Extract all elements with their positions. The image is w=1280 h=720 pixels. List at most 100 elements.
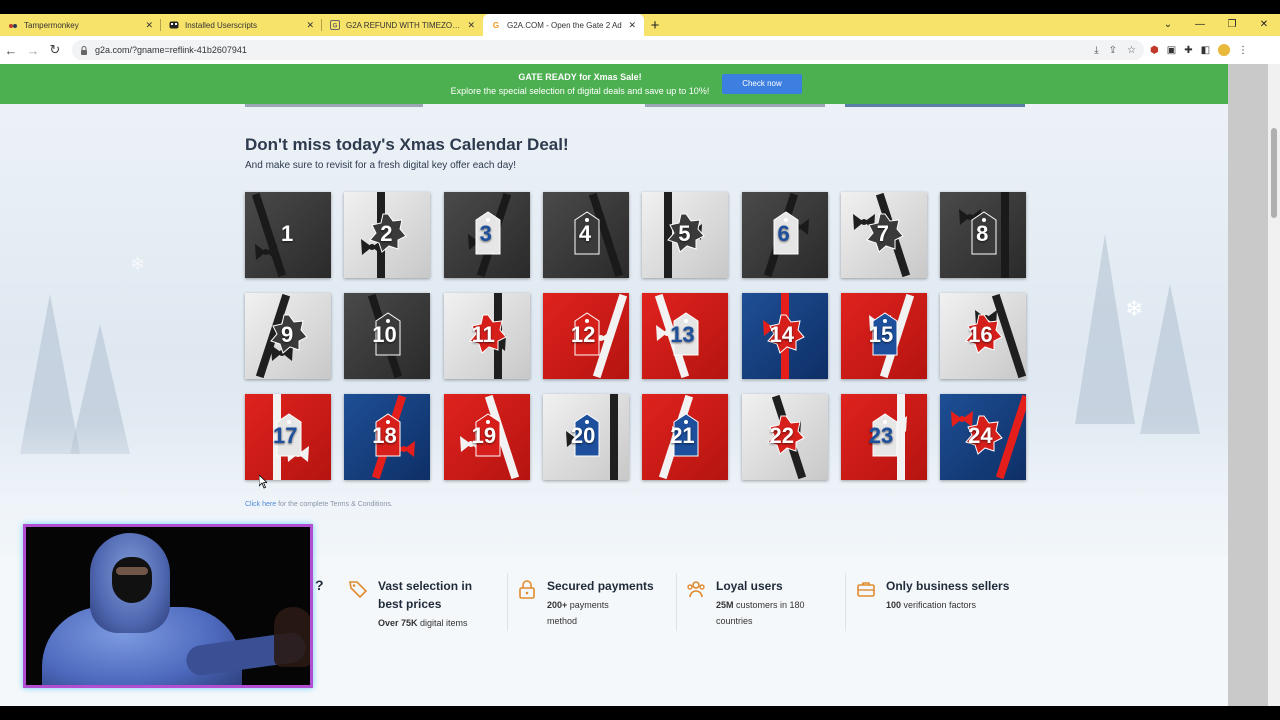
lock-icon [517, 579, 537, 599]
calendar-day-19[interactable]: 19 [443, 394, 530, 480]
g2a-icon: G [492, 20, 500, 30]
calendar-day-number: 1 [281, 221, 294, 246]
minimize-icon[interactable]: — [1184, 14, 1216, 36]
hidden-carousel-strip [845, 104, 1025, 107]
tampermonkey-icon [8, 20, 18, 30]
tab-title: G2A.COM - Open the Gate 2 Ad [507, 20, 622, 30]
calendar-day-13[interactable]: 13 [642, 293, 729, 379]
calendar-day-11[interactable]: 11 [443, 293, 530, 379]
calendar-day-16[interactable]: 16 [940, 293, 1027, 379]
gift-ribbon [609, 394, 618, 480]
tag-icon [348, 579, 368, 599]
close-tab-icon[interactable]: ✕ [628, 20, 636, 31]
calendar-day-number: 24 [968, 423, 993, 448]
share-icon[interactable]: ⇪ [1109, 45, 1117, 56]
calendar-day-number: 6 [777, 221, 790, 246]
profile-avatar[interactable] [1218, 44, 1231, 56]
promo-banner: GATE READY for Xmas Sale! Explore the sp… [0, 64, 1228, 104]
tab-tampermonkey[interactable]: Tampermonkey ✕ [0, 14, 161, 36]
feature-subtitle: 25M customers in 180 countries [716, 600, 805, 626]
calendar-day-12[interactable]: 12 [542, 293, 629, 379]
calendar-day-2[interactable]: 2 [344, 192, 431, 278]
calendar-day-number: 14 [769, 322, 794, 347]
reload-icon[interactable]: ↻ [44, 42, 66, 58]
features-heading-fragment: ? [315, 577, 324, 593]
calendar-day-21[interactable]: 21 [642, 394, 729, 480]
briefcase-icon [856, 579, 876, 599]
background-tree [1075, 234, 1135, 424]
webcam-overlay [23, 524, 313, 688]
address-bar[interactable]: g2a.com/?gname=reflink-41b2607941 ⤓ ⇪ ☆ [72, 40, 1144, 60]
tab-installed-userscripts[interactable]: Installed Userscripts ✕ [161, 14, 322, 36]
calendar-day-17[interactable]: 17 [245, 394, 331, 480]
close-window-icon[interactable]: ✕ [1248, 14, 1280, 36]
close-tab-icon[interactable]: ✕ [467, 20, 475, 31]
users-icon [686, 579, 706, 599]
bookmark-star-icon[interactable]: ☆ [1127, 45, 1136, 56]
userscripts-ext-icon[interactable]: ▣ [1167, 45, 1176, 56]
calendar-day-number: 19 [471, 423, 497, 448]
close-tab-icon[interactable]: ✕ [306, 20, 314, 31]
calendar-day-number: 8 [976, 221, 989, 246]
calendar-day-15[interactable]: 15 [840, 293, 927, 379]
tab-search-icon[interactable]: ⌄ [1152, 14, 1184, 36]
calendar-day-18[interactable]: 18 [344, 394, 431, 480]
calendar-day-number: 16 [968, 322, 993, 347]
calendar-day-number: 23 [868, 423, 894, 448]
calendar-day-8[interactable]: 8 [940, 192, 1027, 278]
calendar-day-number: 21 [670, 423, 695, 448]
calendar-day-6[interactable]: 6 [741, 192, 828, 278]
hidden-carousel-strip [245, 104, 423, 107]
sidebar-icon[interactable]: ◧ [1201, 45, 1210, 56]
calendar-day-number: 17 [273, 423, 298, 448]
page-scrollbar[interactable] [1228, 64, 1280, 706]
forward-icon[interactable]: → [22, 43, 44, 58]
new-tab-button[interactable]: + [644, 17, 666, 34]
terms-note: Click here for the complete Terms & Cond… [245, 501, 393, 508]
puzzle-icon[interactable]: ✚ [1184, 45, 1192, 56]
tab-g2a-active[interactable]: G G2A.COM - Open the Gate 2 Ad ✕ [483, 14, 644, 36]
tab-g2a-refund[interactable]: G G2A REFUND WITH TIMEZONE C ✕ [322, 14, 483, 36]
install-app-icon[interactable]: ⤓ [1094, 45, 1098, 56]
calendar-title: Don't miss today's Xmas Calendar Deal! [245, 135, 569, 154]
check-now-button[interactable]: Check now [722, 74, 802, 94]
calendar-day-22[interactable]: 22 [741, 394, 828, 480]
calendar-day-number: 9 [281, 322, 294, 347]
calendar-day-3[interactable]: 3 [443, 192, 530, 278]
calendar-day-1[interactable]: 1 [245, 192, 331, 278]
calendar-day-number: 22 [769, 423, 794, 448]
calendar-day-10[interactable]: 10 [344, 293, 431, 379]
ublock-icon[interactable]: ⬢ [1150, 45, 1159, 56]
calendar-day-24[interactable]: 24 [940, 394, 1027, 480]
scrollbar-thumb[interactable] [1271, 128, 1277, 218]
calendar-day-number: 3 [479, 221, 492, 246]
lock-icon [80, 46, 88, 55]
extensions-area: ⬢ ▣ ✚ ◧ ⋮ [1150, 36, 1248, 64]
terms-link[interactable]: Click here [245, 501, 276, 508]
toolbar: ← → ↻ g2a.com/?gname=reflink-41b2607941 … [0, 36, 1280, 64]
back-icon[interactable]: ← [0, 43, 22, 58]
calendar-day-23[interactable]: 23 [840, 394, 927, 480]
calendar-day-number: 15 [868, 322, 894, 347]
calendar-day-number: 11 [471, 322, 495, 347]
calendar-day-number: 7 [876, 221, 890, 246]
calendar-day-14[interactable]: 14 [741, 293, 828, 379]
calendar-day-20[interactable]: 20 [542, 394, 629, 480]
calendar-day-5[interactable]: 5 [642, 192, 729, 278]
screen: Tampermonkey ✕ Installed Userscripts ✕ G… [0, 0, 1280, 720]
feature-subtitle: Over 75K digital items [378, 618, 468, 628]
calendar-day-9[interactable]: 9 [245, 293, 331, 379]
calendar-day-4[interactable]: 4 [542, 192, 629, 278]
background-tree [1140, 284, 1200, 434]
feature-title: Loyal users [716, 579, 783, 593]
restore-icon[interactable]: ❐ [1216, 14, 1248, 36]
calendar-day-7[interactable]: 7 [840, 192, 927, 278]
calendar-day-number: 10 [372, 322, 397, 347]
tab-title: G2A REFUND WITH TIMEZONE C [346, 20, 462, 30]
close-tab-icon[interactable]: ✕ [145, 20, 153, 31]
g2a-icon: G [330, 20, 340, 30]
calendar-day-number: 13 [670, 322, 695, 347]
tab-strip: Tampermonkey ✕ Installed Userscripts ✕ G… [0, 14, 1280, 36]
menu-kebab-icon[interactable]: ⋮ [1238, 45, 1248, 56]
hidden-carousel-strip [645, 104, 825, 107]
